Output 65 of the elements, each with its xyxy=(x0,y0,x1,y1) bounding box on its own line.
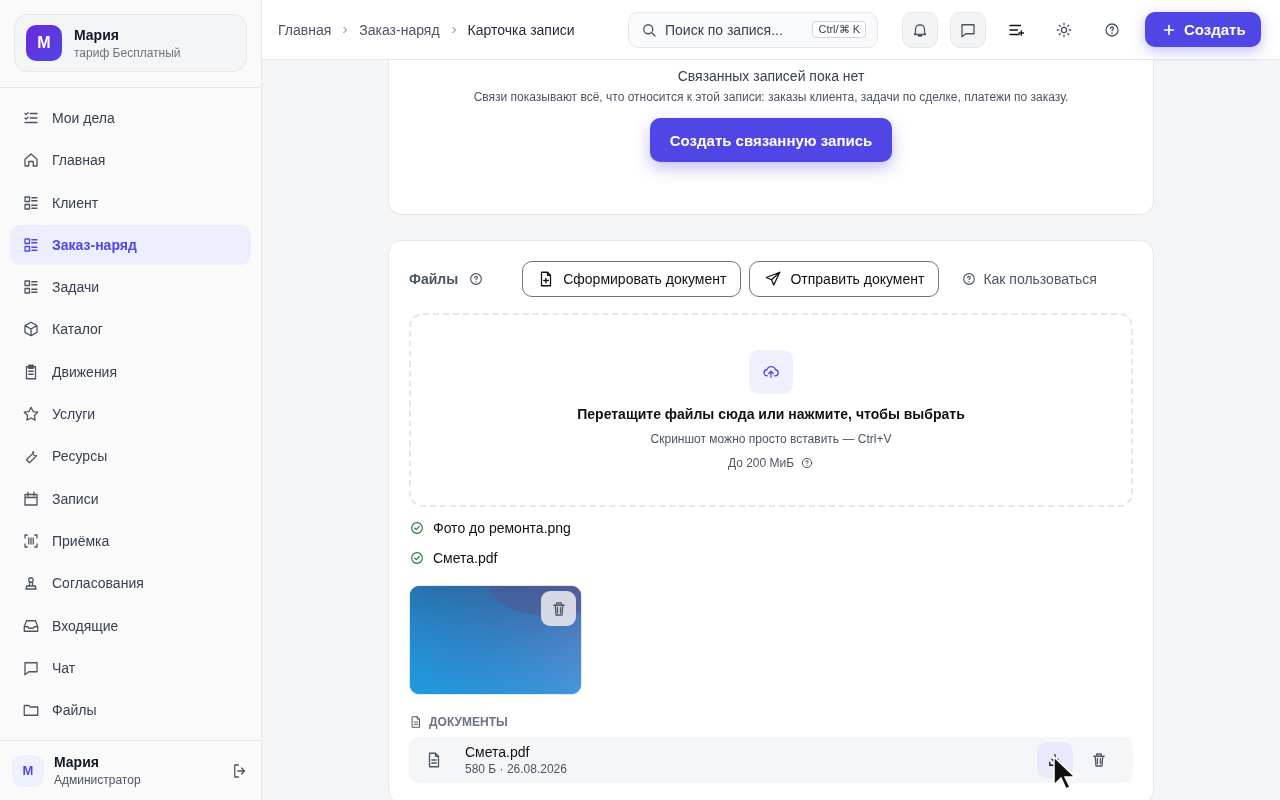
dropzone[interactable]: Перетащите файлы сюда или нажмите, чтобы выбрать Скриншот можно просто вставить — Ctrl+V До 200 МиБ xyxy=(409,313,1133,507)
help-link[interactable]: Как пользоваться xyxy=(961,271,1097,287)
sun-icon xyxy=(1055,20,1073,39)
create-button[interactable]: Создать xyxy=(1145,12,1261,47)
nav-icon xyxy=(22,405,40,424)
empty-description: Связи показывают всё, что относится к этой записи: заказы клиента, задачи по сделке, платежи по заказу. xyxy=(473,90,1069,104)
delete-button[interactable] xyxy=(541,591,576,626)
notifications-button[interactable] xyxy=(902,11,938,48)
upload-icon xyxy=(749,350,793,394)
generate-document-button[interactable]: Сформировать документ xyxy=(522,261,742,297)
cursor-icon xyxy=(1052,755,1076,791)
help-icon[interactable] xyxy=(800,456,815,470)
document-row[interactable]: Смета.pdf 580 Б · 26.08.2026 xyxy=(409,737,1133,783)
nav-item[interactable]: Приёмка xyxy=(10,520,251,561)
nav-item[interactable]: Услуги xyxy=(10,394,251,435)
user-avatar: М xyxy=(12,754,44,787)
nav-item[interactable]: Задачи xyxy=(10,267,251,308)
breadcrumb-link[interactable]: Карточка записи xyxy=(467,21,575,38)
nav-item[interactable]: Клиент xyxy=(10,182,251,223)
nav-icon xyxy=(22,193,40,212)
user-role: Администратор xyxy=(54,773,142,787)
nav-icon xyxy=(22,235,40,254)
document-name: Смета.pdf xyxy=(465,744,531,760)
help-icon xyxy=(961,271,978,287)
nav-icon xyxy=(22,278,40,297)
help-icon[interactable] xyxy=(468,271,485,287)
account-card[interactable]: М Мария тариф Бесплатный xyxy=(14,14,247,72)
breadcrumb-link[interactable]: Главная xyxy=(278,21,332,38)
send-icon xyxy=(764,270,783,288)
nav-item[interactable]: Записи xyxy=(10,478,251,519)
nav-icon xyxy=(22,151,40,170)
chat-button[interactable] xyxy=(950,11,986,48)
nav-item[interactable]: Заказ-наряд xyxy=(10,224,251,265)
nav-item[interactable]: Файлы xyxy=(10,690,251,731)
breadcrumb-link[interactable]: Заказ-наряд xyxy=(359,21,440,38)
size-limit: До 200 МиБ xyxy=(727,456,795,470)
account-name: Мария xyxy=(74,26,120,43)
dropzone-title: Перетащите файлы сюда или нажмите, чтобы выбрать xyxy=(577,406,965,422)
user-name: Мария xyxy=(54,754,100,770)
create-related-button[interactable]: Создать связанную запись xyxy=(649,118,893,162)
send-document-button[interactable]: Отправить документ xyxy=(749,261,940,297)
nav-item[interactable]: Чат xyxy=(10,647,251,688)
nav-item[interactable]: Каталог xyxy=(10,309,251,350)
nav-icon xyxy=(22,489,40,508)
section-title: Файлы xyxy=(409,271,459,287)
trash-icon xyxy=(1090,751,1108,769)
nav-item[interactable]: Ресурсы xyxy=(10,436,251,477)
avatar: М xyxy=(26,25,62,61)
empty-title: Связанных записей пока нет xyxy=(677,68,865,84)
file-name: Фото до ремонта.png xyxy=(433,520,571,536)
nav-item[interactable]: Мои дела xyxy=(10,98,251,138)
section-label: ДОКУМЕНТЫ xyxy=(429,715,508,729)
document-meta: 580 Б · 26.08.2026 xyxy=(465,762,568,776)
dropzone-hint: Скриншот можно просто вставить — Ctrl+V xyxy=(650,432,892,446)
file-name: Смета.pdf xyxy=(433,550,498,566)
nav-item[interactable]: Главная xyxy=(10,140,251,181)
nav-item[interactable]: Согласования xyxy=(10,563,251,604)
account-plan: тариф Бесплатный xyxy=(74,45,181,60)
nav-item[interactable]: Движения xyxy=(10,351,251,392)
nav-item[interactable]: Входящие xyxy=(10,605,251,646)
nav-icon xyxy=(22,320,40,339)
nav-icon xyxy=(22,531,40,550)
nav-icon xyxy=(22,574,40,593)
document-icon xyxy=(409,715,423,729)
help-icon xyxy=(1103,20,1121,39)
